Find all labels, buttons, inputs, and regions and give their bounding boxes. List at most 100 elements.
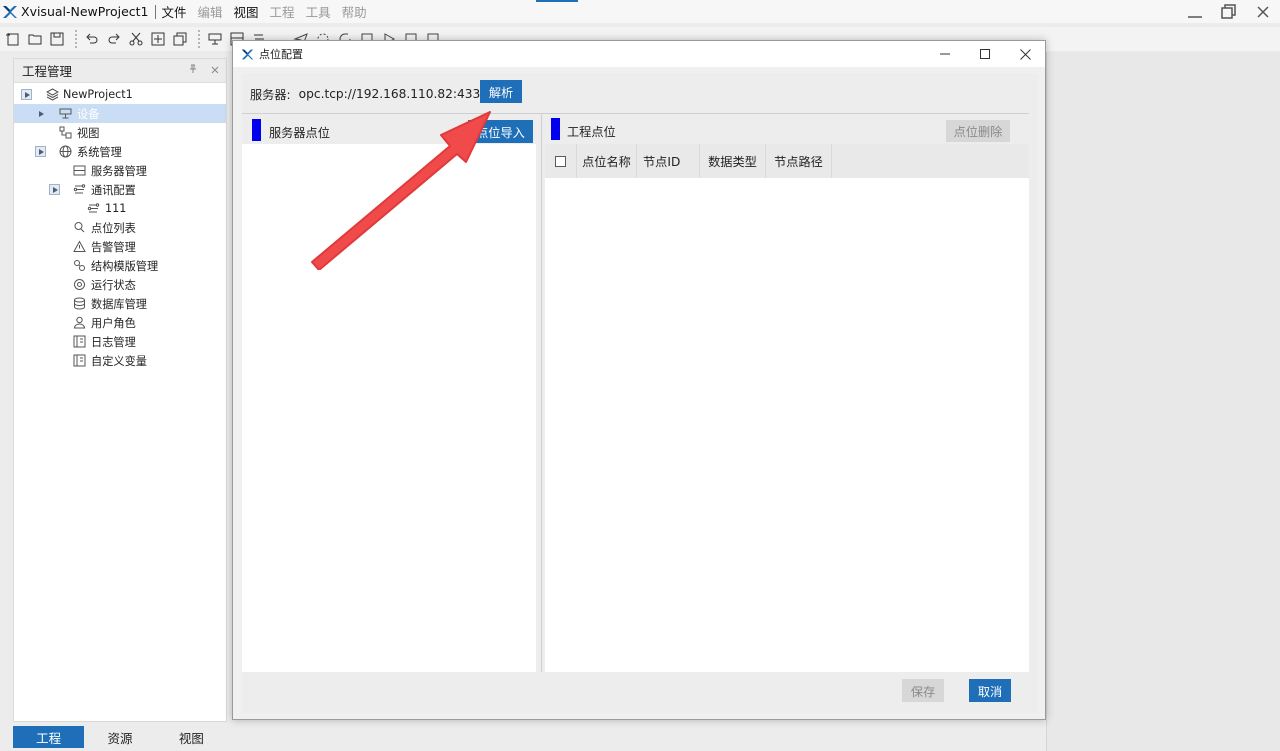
tree-item-111[interactable]: 111 <box>14 199 226 218</box>
tree-item-label: 视图 <box>77 126 100 140</box>
minimize-icon[interactable] <box>1178 0 1212 23</box>
column-node-id[interactable]: 节点ID <box>637 144 700 178</box>
expand-arrow-icon[interactable] <box>35 108 46 119</box>
parse-button[interactable]: 解析 <box>480 80 522 103</box>
dialog-maximize-icon[interactable] <box>965 41 1005 67</box>
device-icon <box>59 107 72 120</box>
status-icon <box>73 278 86 291</box>
import-points-button[interactable]: 点位导入 <box>468 120 533 143</box>
server-row: 服务器: opc.tcp://192.168.110.82:4334 <box>250 83 488 105</box>
cut-icon[interactable] <box>126 29 146 49</box>
structure-icon <box>73 259 86 272</box>
tree-item-communication-config[interactable]: 通讯配置 <box>14 180 226 199</box>
dialog-window-controls <box>925 41 1045 67</box>
section-marker <box>551 118 560 140</box>
log-icon <box>73 335 86 348</box>
expand-arrow-icon[interactable] <box>49 184 60 195</box>
delete-points-button[interactable]: 点位删除 <box>946 120 1010 142</box>
tree-item-label: 运行状态 <box>91 278 136 292</box>
alarm-icon <box>73 240 86 253</box>
paste-icon[interactable] <box>170 29 190 49</box>
tree-item-alarm-management[interactable]: 告警管理 <box>14 237 226 256</box>
tree-item-system-management[interactable]: 系统管理 <box>14 142 226 161</box>
select-all-checkbox[interactable] <box>555 155 566 167</box>
close-window-icon[interactable] <box>1246 0 1280 23</box>
project-points-title: 工程点位 <box>567 125 616 139</box>
server-points-list[interactable] <box>242 144 536 672</box>
workspace-area <box>1046 52 1280 751</box>
tree-item-label: 自定义变量 <box>91 354 147 368</box>
column-point-name[interactable]: 点位名称 <box>577 144 637 178</box>
dialog-title: 点位配置 <box>259 48 303 61</box>
menu-view[interactable]: 视图 <box>234 2 259 21</box>
database-icon <box>73 297 86 310</box>
close-panel-icon[interactable] <box>204 64 226 77</box>
dialog-logo-icon <box>241 49 254 59</box>
expand-arrow-icon[interactable] <box>35 146 46 157</box>
tab-resources[interactable]: 资源 <box>84 726 156 748</box>
restore-icon[interactable] <box>1212 0 1246 23</box>
menu-tools[interactable]: 工具 <box>306 2 331 21</box>
server-icon <box>73 164 86 177</box>
cancel-button[interactable]: 取消 <box>969 679 1011 702</box>
tree-item-view[interactable]: 视图 <box>14 123 226 142</box>
tree-item-label: 数据库管理 <box>91 297 147 311</box>
redo-icon[interactable] <box>104 29 124 49</box>
tree-item-label: 系统管理 <box>77 145 122 159</box>
user-icon <box>73 316 86 329</box>
expand-arrow-icon[interactable] <box>21 89 32 100</box>
tree-item-run-status[interactable]: 运行状态 <box>14 275 226 294</box>
tree-item-label: 点位列表 <box>91 221 136 235</box>
menu-edit[interactable]: 编辑 <box>198 2 223 21</box>
open-folder-icon[interactable] <box>25 29 45 49</box>
save-button[interactable]: 保存 <box>902 679 944 702</box>
tab-project[interactable]: 工程 <box>13 726 85 748</box>
title-bar: Xvisual-NewProject1 文件 编辑 视图 工程 工具 帮助 <box>0 0 1280 23</box>
tree-item-structure-template[interactable]: 结构模版管理 <box>14 256 226 275</box>
dialog-footer: 保存 取消 <box>242 673 1038 713</box>
toolbar-grip <box>75 30 78 48</box>
column-node-path[interactable]: 节点路径 <box>766 144 832 178</box>
project-management-panel: 工程管理 NewProject1 设备 视图 系统管理 服务器管理 通讯配置 1… <box>13 58 227 722</box>
tree-item-label: 通讯配置 <box>91 183 136 197</box>
tree-item-label: 服务器管理 <box>91 164 147 178</box>
tree-item-log-management[interactable]: 日志管理 <box>14 332 226 351</box>
server-label: 服务器: <box>250 88 291 102</box>
tree-item-server-management[interactable]: 服务器管理 <box>14 161 226 180</box>
new-project-icon[interactable] <box>3 29 23 49</box>
section-marker <box>252 119 261 141</box>
select-all-cell <box>545 144 577 178</box>
tree-item-user-roles[interactable]: 用户角色 <box>14 313 226 332</box>
pin-icon[interactable] <box>182 64 204 77</box>
undo-icon[interactable] <box>82 29 102 49</box>
dialog-body: 服务器: opc.tcp://192.168.110.82:4334 解析 服务… <box>242 73 1038 713</box>
copy-icon[interactable] <box>148 29 168 49</box>
server-points-pane: 服务器点位 点位导入 <box>242 114 536 672</box>
toolbar-grip <box>198 30 201 48</box>
point-config-dialog: 点位配置 服务器: opc.tcp://192.168.110.82:4334 … <box>232 40 1046 720</box>
tree-item-newproject1[interactable]: NewProject1 <box>14 85 226 104</box>
tree-item-database-management[interactable]: 数据库管理 <box>14 294 226 313</box>
tree-item-point-list[interactable]: 点位列表 <box>14 218 226 237</box>
menu-help[interactable]: 帮助 <box>342 2 367 21</box>
project-points-table: 点位名称 节点ID 数据类型 节点路径 <box>545 144 1029 672</box>
dialog-close-icon[interactable] <box>1005 41 1045 67</box>
title-separator <box>154 4 156 19</box>
menu-project[interactable]: 工程 <box>270 2 295 21</box>
accent-strip <box>536 0 578 2</box>
tree-item-label: NewProject1 <box>63 88 133 101</box>
dialog-minimize-icon[interactable] <box>925 41 965 67</box>
window-controls <box>1178 0 1280 23</box>
tree-item-label: 111 <box>105 202 127 215</box>
tree-item-label: 告警管理 <box>91 240 136 254</box>
tab-view[interactable]: 视图 <box>155 726 227 748</box>
server-points-title: 服务器点位 <box>269 126 330 140</box>
tree-item-custom-variables[interactable]: 自定义变量 <box>14 351 226 370</box>
menu-file[interactable]: 文件 <box>162 2 187 21</box>
save-icon[interactable] <box>47 29 67 49</box>
device-tool-icon[interactable] <box>205 29 225 49</box>
tree-item-device[interactable]: 设备 <box>14 104 226 123</box>
layers-icon <box>46 88 59 101</box>
globe-icon <box>59 145 72 158</box>
column-data-type[interactable]: 数据类型 <box>700 144 766 178</box>
